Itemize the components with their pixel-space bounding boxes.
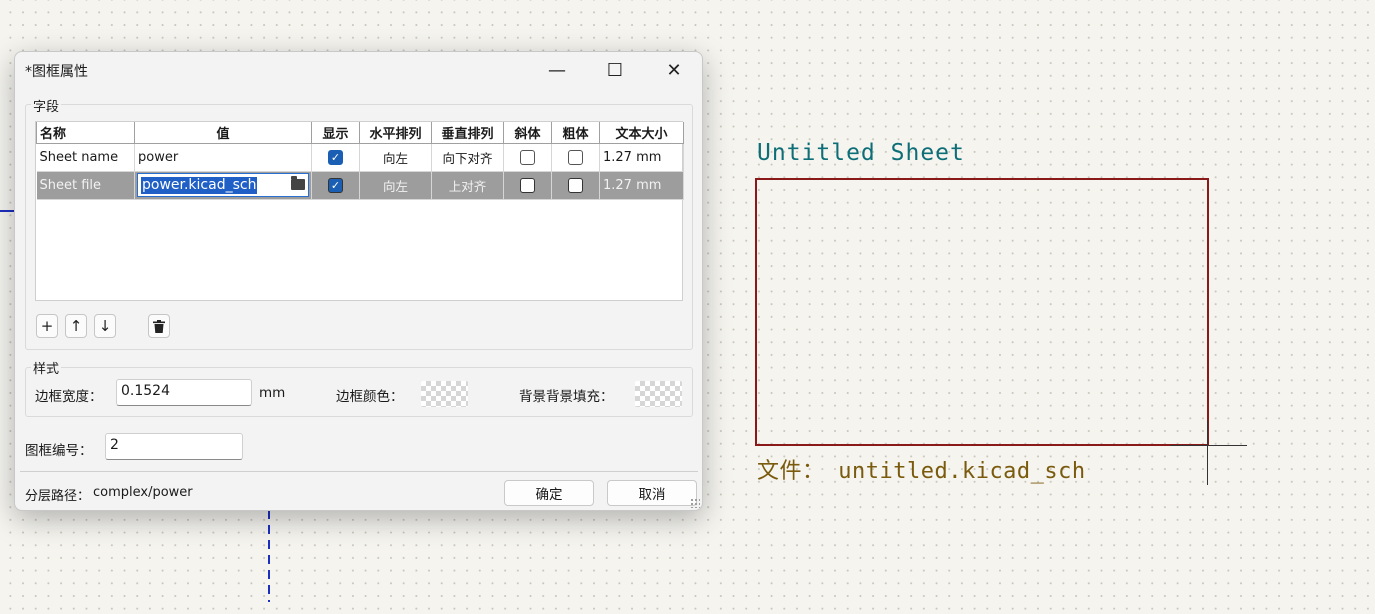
move-down-button[interactable]: ↓ [94,314,116,338]
fields-grid[interactable]: 名称 值 显示 水平排列 垂直排列 斜体 粗体 文本大小 Sheet name … [35,121,684,301]
divider [20,471,698,472]
table-row[interactable]: Sheet file power.kicad_sch ✓ 向左 上对齐 1.27… [36,171,684,200]
column-header-show[interactable]: 显示 [311,122,360,144]
hierarchy-path-label: 分层路径： [25,489,91,504]
sheet-number-label: 图框编号： [25,443,93,459]
column-header-bold[interactable]: 粗体 [551,122,600,144]
style-legend: 样式 [31,358,62,377]
field-show-cell[interactable]: ✓ [311,143,360,172]
column-header-name[interactable]: 名称 [36,122,135,144]
field-value-cell[interactable]: power [134,143,312,172]
wire-segment [0,210,14,212]
move-up-button[interactable]: ↑ [65,314,87,338]
grid-header-row: 名称 值 显示 水平排列 垂直排列 斜体 粗体 文本大小 [36,122,684,144]
field-value-cell[interactable]: power.kicad_sch [134,171,312,200]
field-text-size-cell[interactable]: 1.27 mm [599,143,684,172]
border-width-unit: mm [259,385,286,401]
background-fill-swatch[interactable] [635,381,682,407]
fields-legend: 字段 [31,96,62,115]
field-italic-cell[interactable] [503,143,552,172]
field-show-cell[interactable]: ✓ [311,171,360,200]
field-h-align-cell[interactable]: 向左 [359,143,432,172]
add-field-button[interactable]: + [36,314,58,338]
folder-icon[interactable] [291,176,305,190]
field-value-editor[interactable]: power.kicad_sch [137,173,309,197]
field-name-cell[interactable]: Sheet name [36,143,135,172]
field-name-cell[interactable]: Sheet file [36,171,135,200]
dialog-titlebar[interactable]: *图框属性 — ☐ ✕ [15,52,702,88]
field-h-align-cell[interactable]: 向左 [359,171,432,200]
field-v-align-cell[interactable]: 向下对齐 [431,143,504,172]
bold-checkbox[interactable] [568,150,583,165]
bold-checkbox[interactable] [568,178,583,193]
sheet-properties-dialog: *图框属性 — ☐ ✕ 字段 名称 值 显示 水平排列 垂直排列 斜体 粗体 文… [14,51,703,511]
table-row[interactable]: Sheet name power ✓ 向左 向下对齐 1.27 mm [36,143,684,172]
background-fill-label: 背景背景填充： [519,389,614,405]
hierarchy-path-value: complex/power [93,485,193,500]
minimize-button[interactable]: — [534,54,580,86]
column-header-h-align[interactable]: 水平排列 [359,122,432,144]
ok-button[interactable]: 确定 [504,480,594,506]
resize-grip-icon[interactable] [690,498,700,508]
crosshair-horizontal [1170,445,1247,446]
column-header-text-size[interactable]: 文本大小 [599,122,684,144]
border-width-input[interactable]: 0.1524 [116,379,252,406]
hierarchical-sheet[interactable] [755,178,1209,446]
field-text-size-cell[interactable]: 1.27 mm [599,171,684,200]
maximize-icon: ☐ [606,59,624,81]
column-header-value[interactable]: 值 [134,122,312,144]
trash-icon [153,319,165,333]
sheet-name-label[interactable]: Untitled Sheet [757,140,965,166]
field-bold-cell[interactable] [551,171,600,200]
arrow-up-icon: ↑ [69,317,83,335]
field-v-align-cell[interactable]: 上对齐 [431,171,504,200]
crosshair-vertical [1207,420,1208,485]
close-button[interactable]: ✕ [651,54,697,86]
border-width-label: 边框宽度： [35,389,103,405]
delete-field-button[interactable] [148,314,170,338]
field-italic-cell[interactable] [503,171,552,200]
maximize-button[interactable]: ☐ [592,54,638,86]
selected-value-text[interactable]: power.kicad_sch [141,177,258,194]
show-checkbox[interactable]: ✓ [328,150,343,165]
column-header-v-align[interactable]: 垂直排列 [431,122,504,144]
plus-icon: + [40,317,54,335]
dialog-title: *图框属性 [25,64,88,80]
close-icon: ✕ [666,59,682,81]
cancel-button[interactable]: 取消 [607,480,697,506]
italic-checkbox[interactable] [520,150,535,165]
dashed-wire [268,510,270,602]
italic-checkbox[interactable] [520,178,535,193]
sheet-file-label[interactable]: 文件： untitled.kicad_sch [757,453,1086,485]
arrow-down-icon: ↓ [98,317,112,335]
sheet-number-input[interactable]: 2 [105,433,243,460]
show-checkbox[interactable]: ✓ [328,178,343,193]
field-bold-cell[interactable] [551,143,600,172]
border-color-label: 边框颜色： [336,389,404,405]
border-color-swatch[interactable] [421,381,468,407]
column-header-italic[interactable]: 斜体 [503,122,552,144]
minimize-icon: — [548,59,566,81]
